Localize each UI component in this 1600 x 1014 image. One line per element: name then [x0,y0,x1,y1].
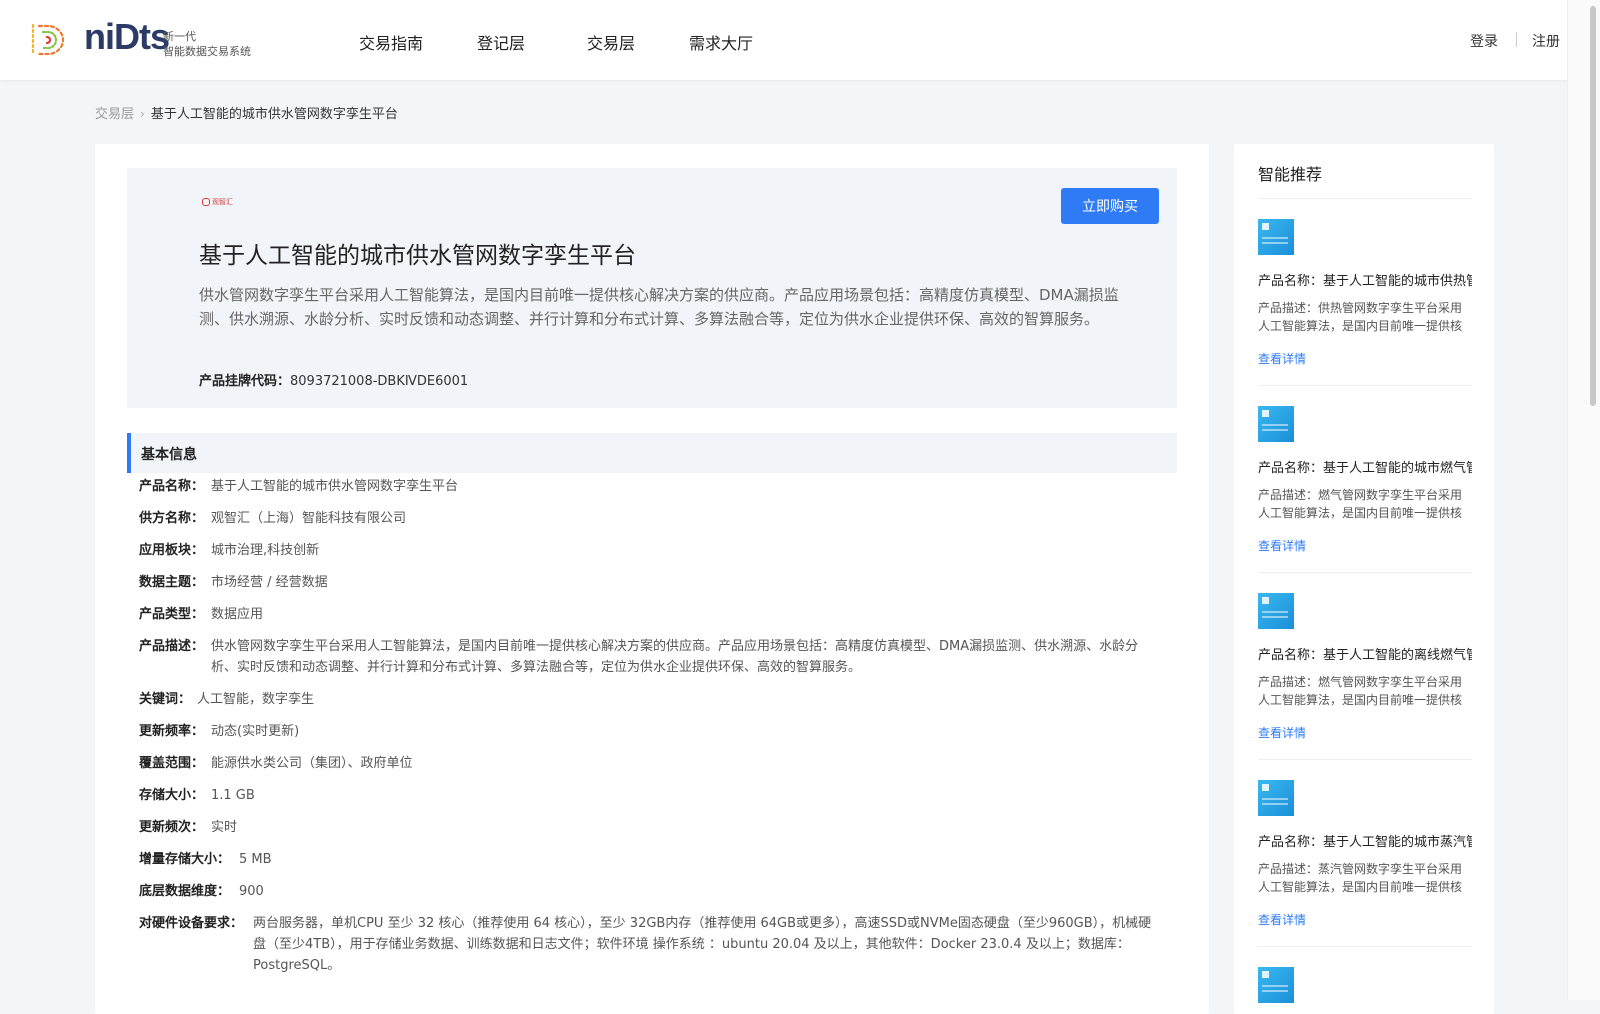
register-link[interactable]: 注册 [1532,31,1560,51]
supplier-logo-icon [202,198,210,206]
rec-product-name[interactable]: 产品名称：基于人工智能的城市蒸汽管网数字孪生平台 [1258,831,1472,850]
recommend-panel: 智能推荐 产品名称：基于人工智能的城市供热管网数字孪生平台 产品描述：供热管网数… [1234,144,1494,1014]
chevron-right-icon: › [140,107,145,121]
basic-info-title: 基本信息 [141,447,197,463]
info-label: 覆盖范围： [139,756,205,771]
scrollbar-thumb[interactable] [1590,6,1596,406]
product-thumbnail[interactable] [1258,593,1294,629]
supplier-logo: 观智汇 [202,197,233,207]
listing-code-label: 产品挂牌代码： [199,374,291,389]
rec-product-desc: 产品描述：燃气管网数字孪生平台采用人工智能算法，是国内目前唯一提供核心解决方案的… [1258,675,1463,707]
info-value: 动态(实时更新) [211,724,300,739]
divider [1258,572,1472,573]
listing-code-value: 8093721008-DBKⅣDE6001 [290,374,469,389]
info-label: 底层数据维度： [139,884,231,899]
info-value: 供水管网数字孪生平台采用人工智能算法，是国内目前唯一提供核心解决方案的供应商。产… [211,639,1139,675]
logo-tagline-1: 新一代 [163,30,196,43]
breadcrumb-current: 基于人工智能的城市供水管网数字孪生平台 [150,107,398,122]
rec-product-desc: 产品描述：燃气管网数字孪生平台采用人工智能算法，是国内目前唯一提供核心解决方案的… [1258,488,1463,520]
basic-info-header: 基本信息 [127,433,1177,473]
logo-tagline-2: 智能数据交易系统 [163,45,251,58]
info-label: 产品名称： [139,479,205,494]
logo-wordmark[interactable]: niDts [84,16,170,58]
buy-now-button[interactable]: 立即购买 [1061,188,1159,224]
divider [1258,198,1472,199]
divider [1258,759,1472,760]
rec-product-name[interactable]: 产品名称：基于人工智能的离线燃气管网数字孪生平台 [1258,644,1472,663]
divider [1258,385,1472,386]
product-thumbnail[interactable] [1258,780,1294,816]
info-value: 5 MB [239,852,272,867]
info-label: 关键词： [139,692,192,707]
info-value: 900 [239,884,264,899]
view-details-link[interactable]: 查看详情 [1258,350,1306,367]
breadcrumb-parent[interactable]: 交易层 [95,107,134,122]
top-header: niDts 新一代 智能数据交易系统 交易指南 登记层 交易层 需求大厅 登录 … [0,0,1568,80]
info-value: 市场经营 / 经营数据 [211,575,328,590]
info-label: 对硬件设备要求： [139,916,244,931]
info-label: 供方名称： [139,511,205,526]
logo-icon[interactable] [30,22,68,58]
view-details-link[interactable]: 查看详情 [1258,537,1306,554]
info-value: 基于人工智能的城市供水管网数字孪生平台 [211,479,459,494]
header-divider [1516,32,1517,47]
info-value: 实时 [211,820,238,835]
info-value: 能源供水类公司（集团）、政府单位 [211,756,413,771]
nav-trading-layer[interactable]: 交易层 [587,30,635,54]
info-label: 存储大小： [139,788,205,803]
nav-trade-guide[interactable]: 交易指南 [359,30,423,54]
info-value: 观智汇（上海）智能科技有限公司 [211,511,407,526]
view-details-link[interactable]: 查看详情 [1258,724,1306,741]
rec-product-desc: 产品描述：蒸汽管网数字孪生平台采用人工智能算法，是国内目前唯一提供核心解决方案的… [1258,862,1463,894]
product-description: 供水管网数字孪生平台采用人工智能算法，是国内目前唯一提供核心解决方案的供应商。产… [199,286,1119,328]
view-details-link[interactable]: 查看详情 [1258,911,1306,928]
breadcrumb: 交易层 › 基于人工智能的城市供水管网数字孪生平台 [95,103,398,122]
recommend-title: 智能推荐 [1258,165,1323,184]
info-label: 数据主题： [139,575,205,590]
nav-registration-layer[interactable]: 登记层 [477,30,525,54]
product-thumbnail[interactable] [1258,219,1294,255]
product-title: 基于人工智能的城市供水管网数字孪生平台 [199,243,636,269]
product-thumbnail[interactable] [1258,406,1294,442]
divider [1258,946,1472,947]
info-value: 人工智能，数字孪生 [197,692,315,707]
info-value: 1.1 GB [211,788,255,803]
info-label: 更新频率： [139,724,205,739]
rec-product-name[interactable]: 产品名称：基于人工智能的城市供热管网数字孪生平台 [1258,270,1472,289]
info-label: 更新频次： [139,820,205,835]
supplier-logo-text: 观智汇 [212,198,233,206]
info-label: 增量存储大小： [139,852,231,867]
info-label: 产品类型： [139,607,205,622]
rec-product-desc: 产品描述：供热管网数字孪生平台采用人工智能算法，是国内目前唯一提供核心解决方案的… [1258,301,1463,333]
product-listing-code: 产品挂牌代码：8093721008-DBKⅣDE6001 [199,370,468,389]
product-detail-card: 观智汇 立即购买 基于人工智能的城市供水管网数字孪生平台 供水管网数字孪生平台采… [95,144,1209,1014]
product-hero: 观智汇 立即购买 基于人工智能的城市供水管网数字孪生平台 供水管网数字孪生平台采… [127,168,1177,408]
nav-demand-hall[interactable]: 需求大厅 [689,30,753,54]
info-value: 两台服务器，单机CPU 至少 32 核心（推荐使用 64 核心），至少 32GB… [253,916,1152,973]
info-label: 应用板块： [139,543,205,558]
info-value: 数据应用 [211,607,264,622]
info-label: 产品描述： [139,639,205,654]
rec-product-name[interactable]: 产品名称：基于人工智能的城市燃气管网数字孪生平台 [1258,457,1472,476]
info-value: 城市治理,科技创新 [211,543,320,558]
page-scrollbar[interactable] [1567,0,1600,1000]
login-link[interactable]: 登录 [1470,31,1498,51]
product-thumbnail[interactable] [1258,967,1294,1003]
